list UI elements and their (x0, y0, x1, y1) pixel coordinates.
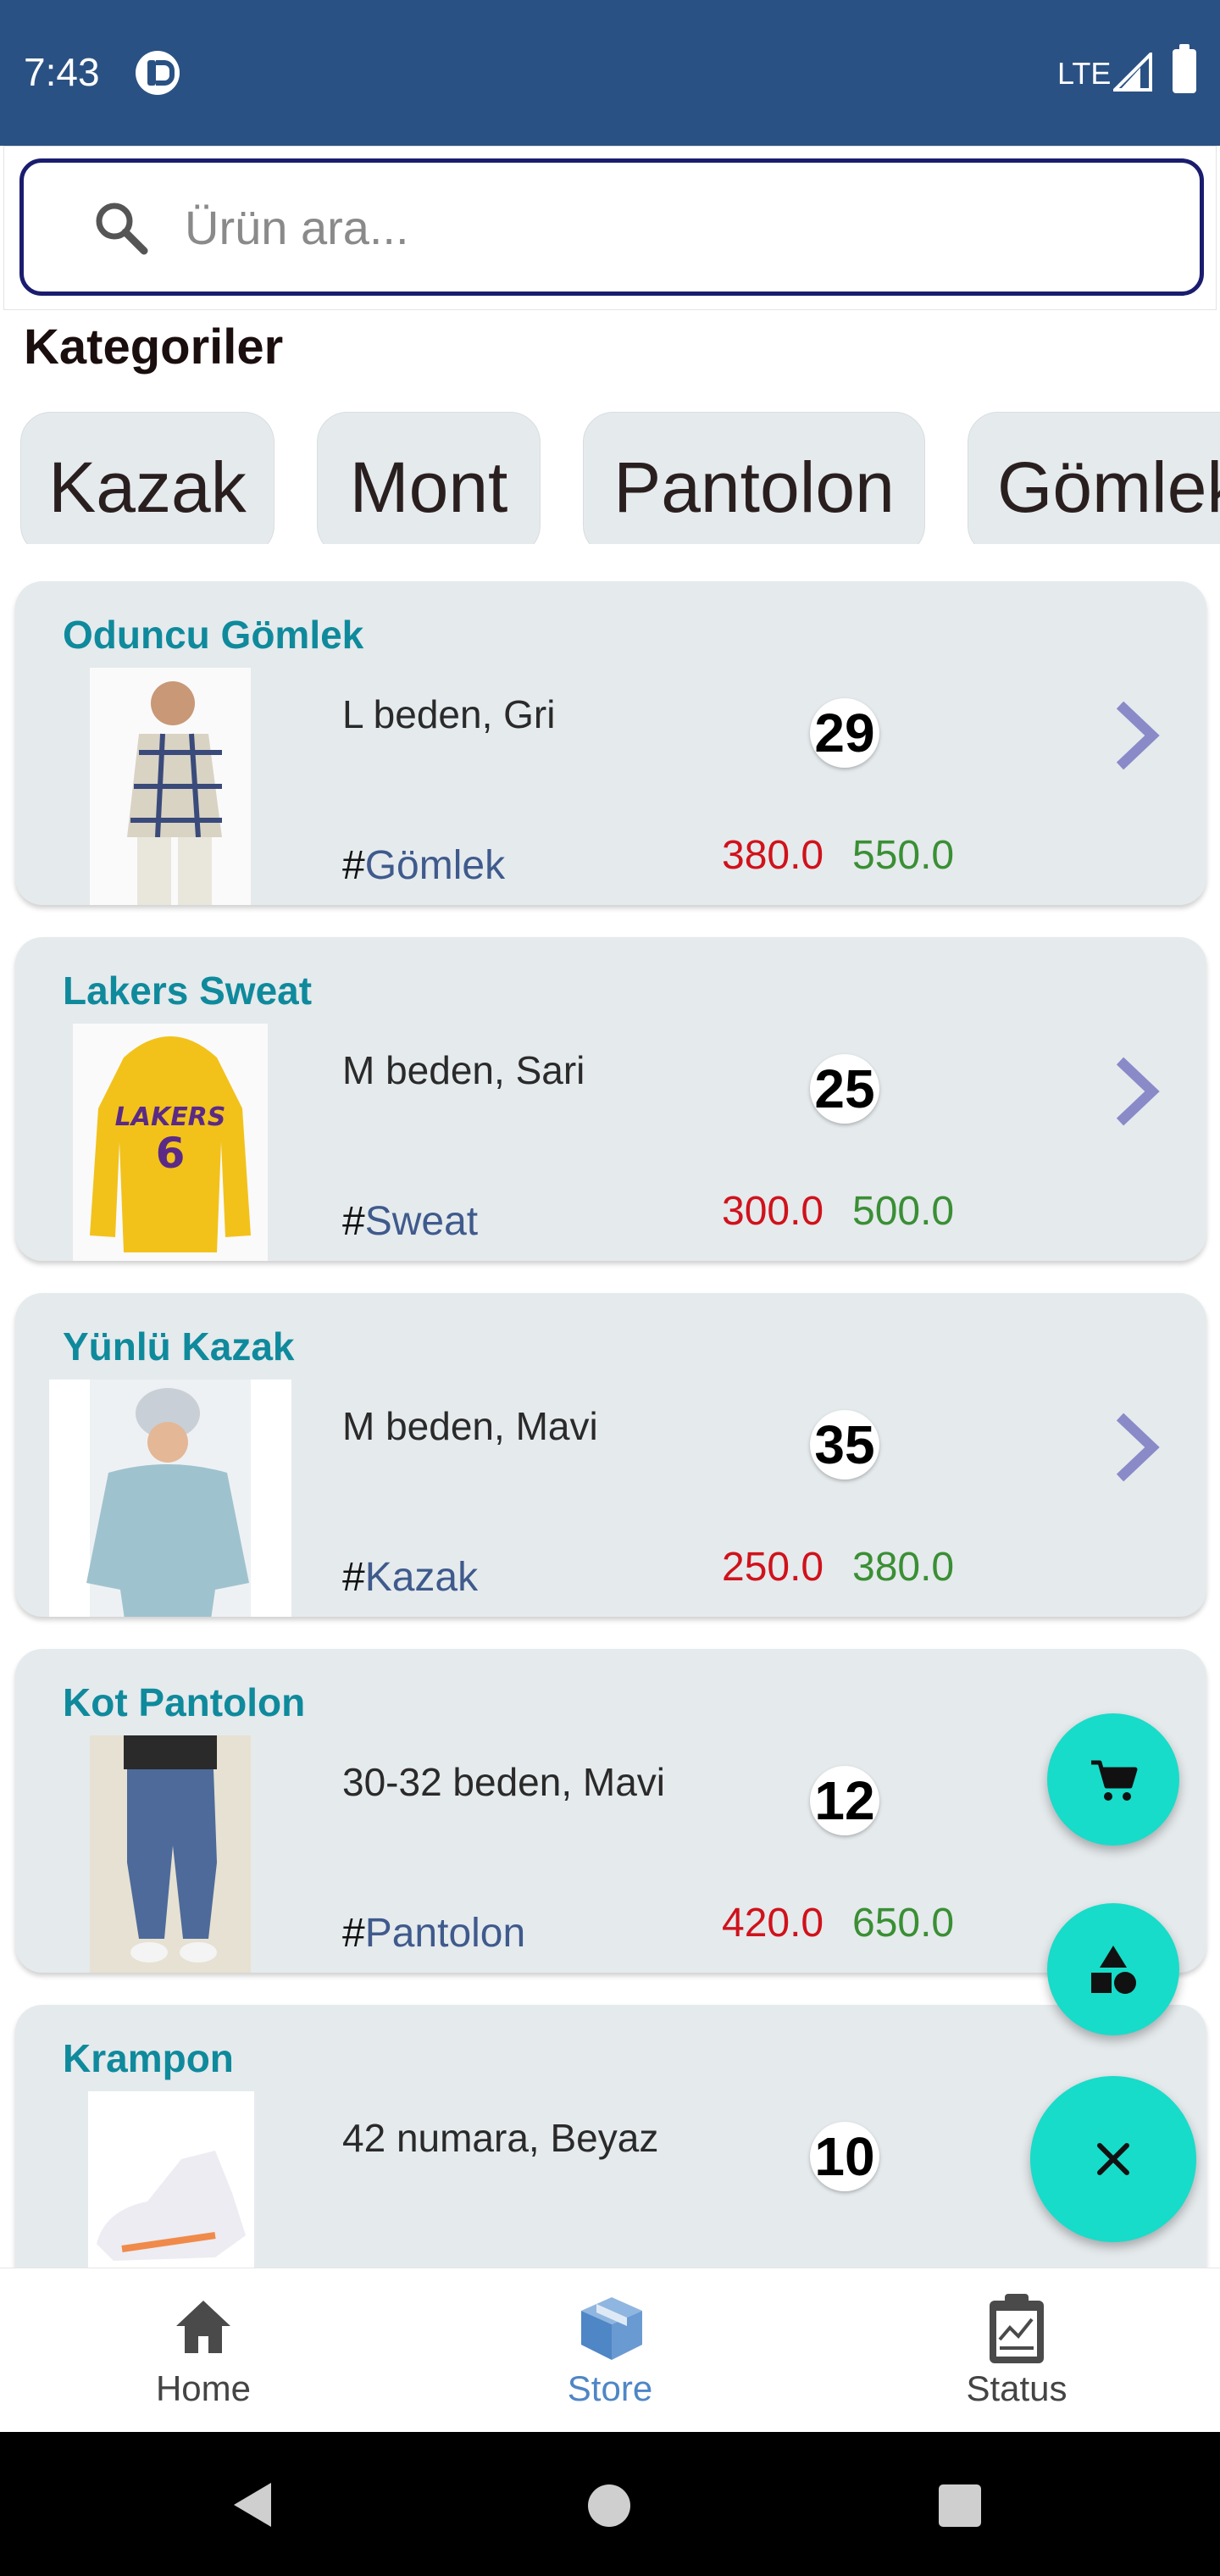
bottom-navigation: Home Store Status (0, 2268, 1220, 2432)
stock-count-badge: 35 (810, 1410, 879, 1480)
product-image (90, 668, 251, 905)
product-image (88, 2091, 254, 2276)
stock-count-badge: 29 (810, 698, 879, 768)
chevron-right-icon[interactable] (1108, 700, 1162, 771)
system-navigation-bar (0, 2432, 1220, 2576)
buy-price: 300.0 (722, 1189, 824, 1234)
back-icon[interactable] (229, 2479, 276, 2530)
stock-count-badge: 25 (810, 1054, 879, 1124)
category-chip-kazak[interactable]: Kazak (20, 412, 274, 544)
product-image (49, 1380, 291, 1617)
product-name: Krampon (63, 2036, 234, 2080)
stock-count-badge: 12 (810, 1766, 879, 1835)
tag-label[interactable]: Gömlek (365, 843, 505, 888)
nav-item-status[interactable]: Status (890, 2268, 1144, 2433)
category-chip-gomlek[interactable]: Gömlek (968, 412, 1220, 544)
nav-label-status: Status (966, 2368, 1068, 2408)
status-bar: 7:43 LTE (0, 0, 1220, 146)
product-image: LAKERS 6 (73, 1024, 268, 1261)
product-description: M beden, Sari (342, 1048, 585, 1092)
tag-prefix: # (342, 1911, 365, 1956)
product-tag: #Kazak (342, 1554, 478, 1601)
nav-item-store[interactable]: Store (483, 2268, 737, 2433)
status-time: 7:43 (24, 50, 100, 94)
product-tag: #Gömlek (342, 842, 505, 889)
product-card[interactable]: Lakers Sweat LAKERS 6 M beden, Sari #Swe… (15, 937, 1206, 1261)
cart-icon (1091, 1760, 1138, 1801)
search-input[interactable] (185, 192, 1117, 263)
search-bar (3, 146, 1217, 310)
chevron-right-icon[interactable] (1108, 1412, 1162, 1483)
category-chip-pantolon[interactable]: Pantolon (583, 412, 925, 544)
battery-icon (1173, 44, 1196, 93)
sell-price: 500.0 (852, 1189, 955, 1234)
close-fab-button[interactable] (1030, 2076, 1196, 2242)
categories-title: Kategoriler (24, 319, 284, 375)
clipboard-chart-icon (990, 2294, 1044, 2363)
product-tag: #Sweat (342, 1198, 478, 1245)
tag-prefix: # (342, 1199, 365, 1244)
stock-count-badge: 10 (810, 2122, 879, 2191)
buy-price: 380.0 (722, 833, 824, 878)
product-description: L beden, Gri (342, 692, 556, 736)
product-name: Yünlü Kazak (63, 1324, 295, 1368)
nav-label-home: Home (155, 2368, 252, 2408)
category-list: Kazak Mont Pantolon Gömlek (0, 412, 1220, 544)
product-description: M beden, Mavi (342, 1404, 598, 1448)
tag-prefix: # (342, 843, 365, 888)
buy-price: 420.0 (722, 1901, 824, 1946)
shapes-icon (1091, 1946, 1136, 1994)
chevron-right-icon[interactable] (1108, 1056, 1162, 1127)
product-name: Kot Pantolon (63, 1680, 306, 1724)
app-notification-icon (136, 51, 180, 95)
signal-icon (1113, 53, 1152, 92)
tag-label[interactable]: Pantolon (365, 1911, 526, 1956)
sell-price: 550.0 (852, 833, 955, 878)
close-icon (1097, 2143, 1129, 2175)
product-name: Lakers Sweat (63, 969, 313, 1013)
product-description: 30-32 beden, Mavi (342, 1760, 666, 1804)
search-field[interactable] (19, 158, 1204, 296)
svg-text:6: 6 (156, 1129, 186, 1178)
sell-price: 650.0 (852, 1901, 955, 1946)
category-chip-mont[interactable]: Mont (317, 412, 541, 544)
product-card[interactable]: Oduncu Gömlek L beden, Gri #Gömlek 29 38… (15, 581, 1206, 905)
tag-prefix: # (342, 1555, 365, 1600)
home-circle-icon[interactable] (586, 2483, 632, 2529)
product-tag: #Pantolon (342, 1910, 525, 1957)
product-card[interactable]: Kot Pantolon 30-32 beden, Mavi #Pantolon… (15, 1649, 1206, 1973)
tag-label[interactable]: Sweat (365, 1199, 478, 1244)
store-box-icon (581, 2297, 642, 2360)
network-type: LTE (1057, 56, 1112, 91)
sell-price: 380.0 (852, 1545, 955, 1590)
product-image (90, 1735, 251, 1973)
nav-item-home[interactable]: Home (76, 2268, 330, 2433)
categories-fab-button[interactable] (1047, 1903, 1179, 2035)
home-icon (176, 2301, 230, 2353)
product-card[interactable]: Krampon 42 numara, Beyaz 10 (15, 2005, 1206, 2276)
nav-label-store: Store (567, 2368, 653, 2408)
product-card[interactable]: Yünlü Kazak M beden, Mavi #Kazak 35 250.… (15, 1293, 1206, 1617)
recents-square-icon[interactable] (937, 2483, 983, 2529)
buy-price: 250.0 (722, 1545, 824, 1590)
product-name: Oduncu Gömlek (63, 613, 364, 657)
product-description: 42 numara, Beyaz (342, 2116, 659, 2160)
tag-label[interactable]: Kazak (365, 1555, 478, 1600)
search-icon (96, 203, 148, 255)
svg-text:LAKERS: LAKERS (115, 1102, 226, 1132)
cart-fab-button[interactable] (1047, 1713, 1179, 1846)
